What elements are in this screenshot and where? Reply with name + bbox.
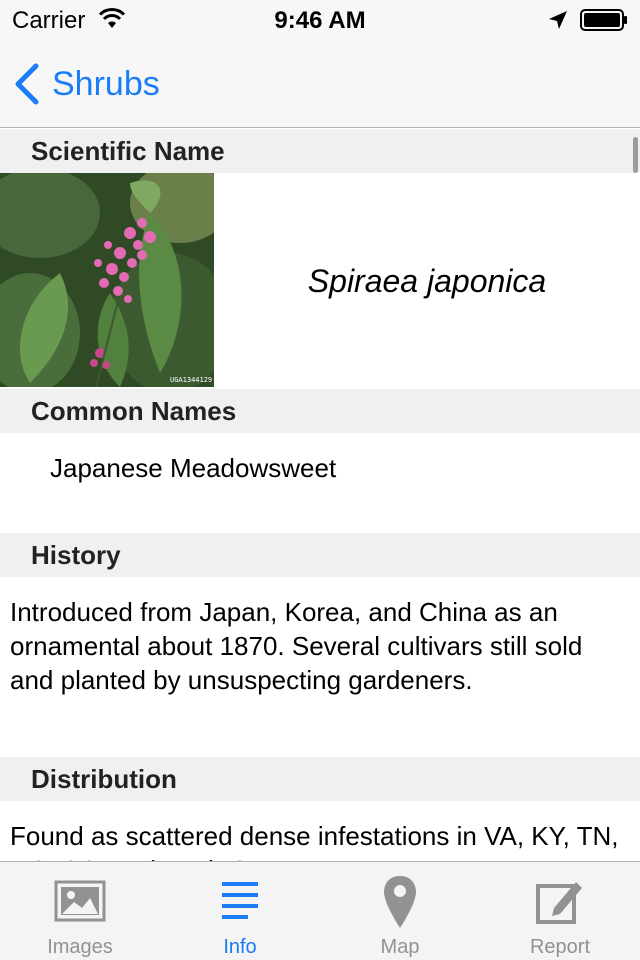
tab-images[interactable]: Images [0,862,160,960]
tab-label: Images [47,936,113,958]
status-bar: Carrier 9:46 AM [0,0,640,40]
battery-icon [580,9,627,31]
tab-info[interactable]: Info [160,862,320,960]
list-icon [222,882,258,919]
map-pin-icon [384,876,416,928]
history-text: Introduced from Japan, Korea, and China … [0,577,640,757]
navigation-bar: Shrubs [0,40,640,128]
section-header-distribution: Distribution [0,757,640,801]
compose-icon [536,882,582,924]
back-button[interactable]: Shrubs [12,40,160,128]
tab-label: Map [380,936,420,958]
section-header-common: Common Names [0,389,640,433]
tab-report[interactable]: Report [480,862,640,960]
common-names-text: Japanese Meadowsweet [0,433,640,533]
section-header-history: History [0,533,640,577]
plant-photo-graphic: UGA1344129 [0,173,214,387]
image-icon [54,880,106,922]
info-scroll-view[interactable]: Scientific Name UGA1344129 Spiraea japon… [0,129,640,861]
section-header-scientific: Scientific Name [0,129,640,173]
chevron-left-icon [15,63,39,105]
scientific-name-row: UGA1344129 Spiraea japonica [0,173,640,389]
tab-label: Report [529,936,591,958]
distribution-text: Found as scattered dense infestations in… [0,801,640,861]
plant-photo[interactable]: UGA1344129 [0,173,214,387]
tab-bar: Images Info Map Report [0,861,640,960]
tab-map[interactable]: Map [320,862,480,960]
tab-label: Info [223,936,257,958]
photo-watermark: UGA1344129 [170,376,212,384]
back-button-label: Shrubs [52,64,160,103]
location-arrow-icon [549,11,567,29]
scroll-indicator[interactable] [633,137,638,173]
scientific-name: Spiraea japonica [307,262,547,299]
status-time: 9:46 AM [274,7,366,34]
top-bar: Carrier 9:46 AM Shrubs [0,0,640,128]
